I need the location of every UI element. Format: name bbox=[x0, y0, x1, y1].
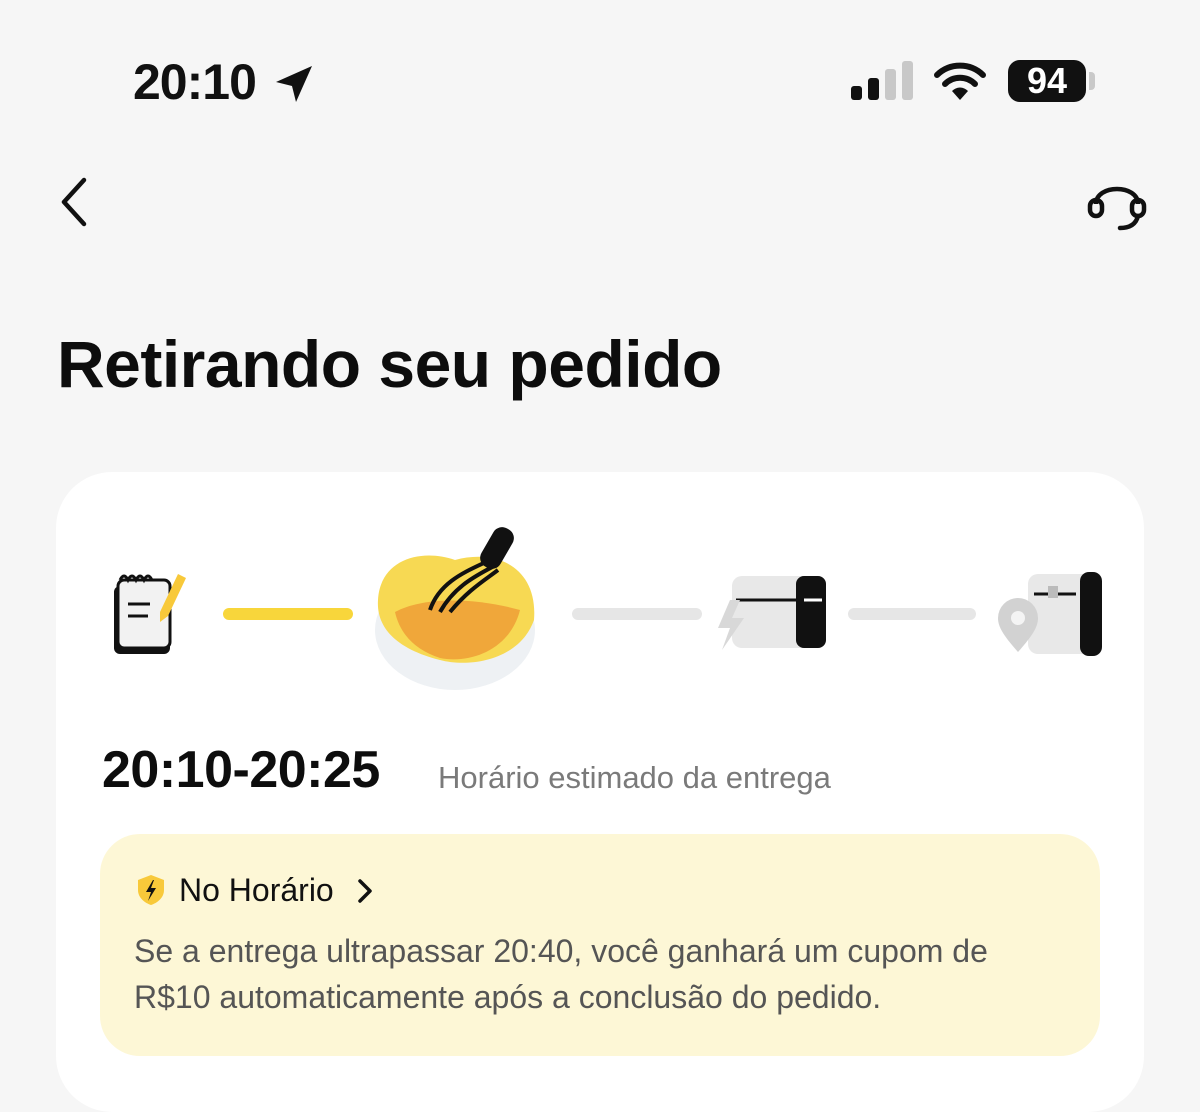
on-time-title[interactable]: No Horário bbox=[179, 870, 334, 910]
progress-line-pending bbox=[848, 608, 976, 620]
on-time-description-line: Se a entrega ultrapassar 20:40, você gan… bbox=[134, 933, 988, 969]
chevron-right-icon[interactable] bbox=[355, 878, 375, 904]
delivery-bag-icon bbox=[718, 576, 826, 650]
notepad-icon bbox=[114, 574, 186, 654]
lightning-shield-icon bbox=[138, 875, 164, 905]
on-time-description: Se a entrega ultrapassar 20:40, você gan… bbox=[134, 928, 1074, 1020]
eta-time: 20:10-20:25 bbox=[102, 741, 380, 799]
on-time-description-line: R$10 automaticamente após a conclusão do… bbox=[134, 979, 882, 1015]
whisk-bowl-icon bbox=[375, 527, 535, 690]
eta-label: Horário estimado da entrega bbox=[438, 760, 831, 795]
progress-line-pending bbox=[572, 608, 702, 620]
progress-line-done bbox=[223, 608, 353, 620]
order-progress-tracker bbox=[114, 527, 1102, 690]
location-bag-icon bbox=[998, 572, 1102, 656]
